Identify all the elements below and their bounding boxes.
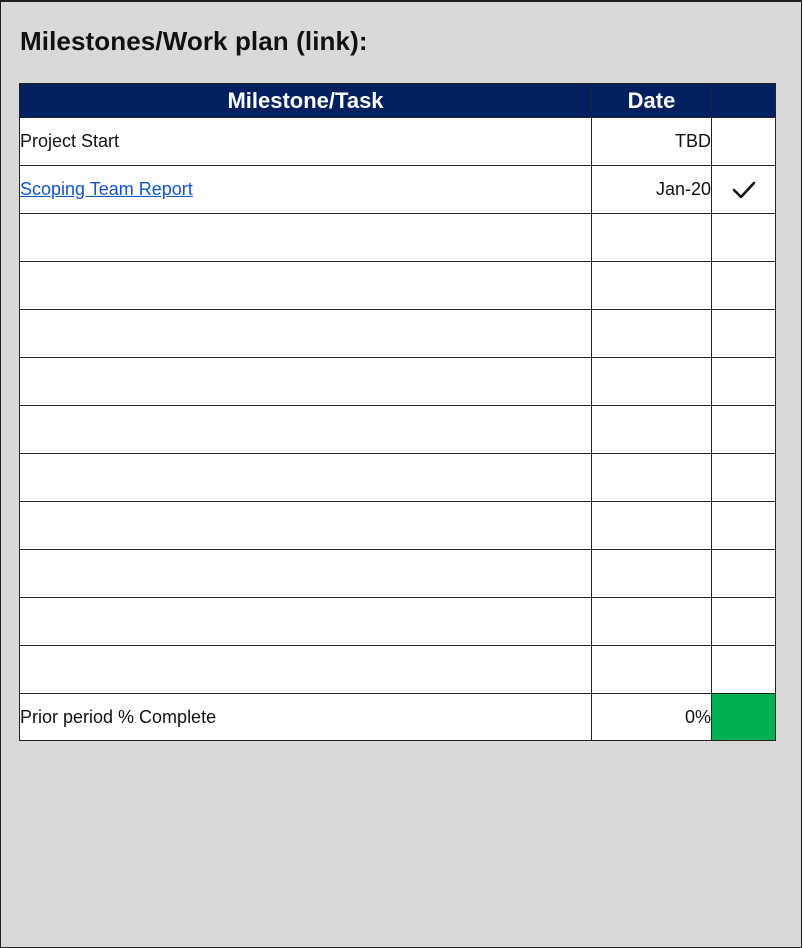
date-cell: TBD bbox=[591, 117, 712, 166]
task-cell: Project Start bbox=[19, 117, 592, 166]
table-row bbox=[19, 405, 776, 454]
task-cell: Scoping Team Report bbox=[19, 165, 592, 214]
table-row bbox=[19, 357, 776, 406]
task-cell bbox=[19, 453, 592, 502]
milestones-table: Milestone/Task Date Project Start TBD Sc… bbox=[19, 83, 776, 741]
status-cell bbox=[711, 357, 776, 406]
status-cell bbox=[711, 453, 776, 502]
date-cell bbox=[591, 501, 712, 550]
task-cell bbox=[19, 261, 592, 310]
task-cell bbox=[19, 357, 592, 406]
task-cell bbox=[19, 549, 592, 598]
checkmark-icon bbox=[732, 181, 755, 198]
date-cell bbox=[591, 213, 712, 262]
prior-period-label: Prior period % Complete bbox=[19, 693, 592, 741]
table-row bbox=[19, 261, 776, 310]
table-row bbox=[19, 501, 776, 550]
date-cell bbox=[591, 309, 712, 358]
header-date: Date bbox=[591, 83, 712, 118]
status-cell bbox=[711, 309, 776, 358]
status-cell bbox=[711, 213, 776, 262]
table-header-row: Milestone/Task Date bbox=[19, 83, 776, 118]
status-indicator bbox=[711, 693, 776, 741]
table-row bbox=[19, 549, 776, 598]
status-cell bbox=[711, 501, 776, 550]
table-row bbox=[19, 597, 776, 646]
status-cell bbox=[711, 597, 776, 646]
date-cell bbox=[591, 405, 712, 454]
date-cell bbox=[591, 645, 712, 694]
table-row: Scoping Team Report Jan-20 bbox=[19, 165, 776, 214]
header-status bbox=[711, 83, 776, 118]
date-cell bbox=[591, 597, 712, 646]
task-cell bbox=[19, 597, 592, 646]
header-task: Milestone/Task bbox=[19, 83, 592, 118]
panel-title: Milestones/Work plan (link): bbox=[20, 26, 368, 56]
date-cell bbox=[591, 357, 712, 406]
table-row bbox=[19, 645, 776, 694]
table-row: Project Start TBD bbox=[19, 117, 776, 166]
table-row bbox=[19, 213, 776, 262]
prior-period-row: Prior period % Complete 0% bbox=[19, 693, 776, 741]
status-cell bbox=[711, 645, 776, 694]
milestones-panel: Milestones/Work plan (link): Milestone/T… bbox=[0, 0, 802, 948]
task-cell bbox=[19, 645, 592, 694]
table-row bbox=[19, 309, 776, 358]
task-cell bbox=[19, 213, 592, 262]
date-cell: Jan-20 bbox=[591, 165, 712, 214]
date-cell bbox=[591, 549, 712, 598]
scoping-team-report-link[interactable]: Scoping Team Report bbox=[21, 179, 193, 199]
status-cell bbox=[711, 165, 776, 214]
status-cell bbox=[711, 261, 776, 310]
status-cell bbox=[711, 405, 776, 454]
task-cell bbox=[19, 501, 592, 550]
task-cell bbox=[19, 405, 592, 454]
status-cell bbox=[711, 117, 776, 166]
status-cell bbox=[711, 549, 776, 598]
task-cell bbox=[19, 309, 592, 358]
date-cell bbox=[591, 453, 712, 502]
prior-period-value: 0% bbox=[591, 693, 712, 741]
date-cell bbox=[591, 261, 712, 310]
table-row bbox=[19, 453, 776, 502]
